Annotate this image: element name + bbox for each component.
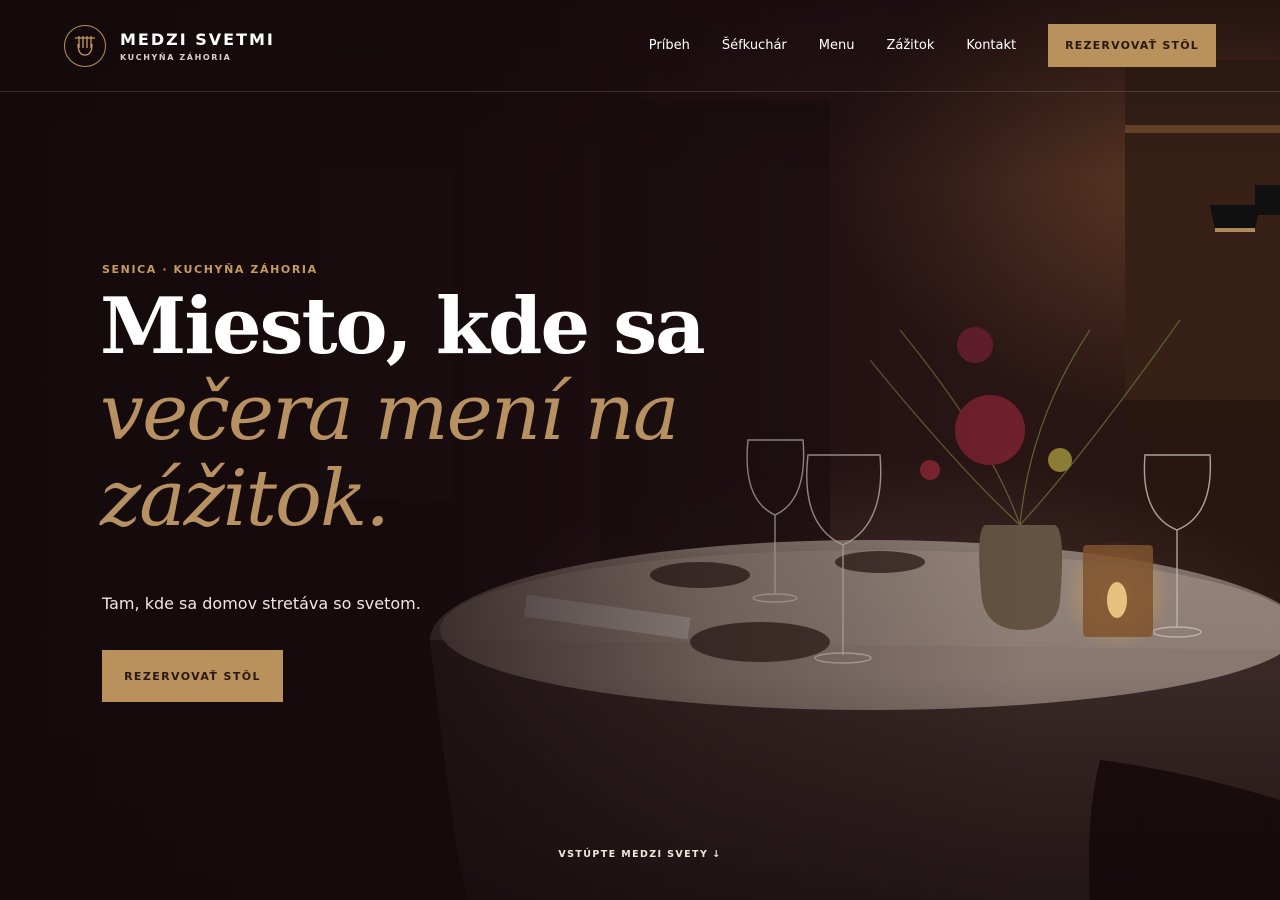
headline-line-3: zážitok.	[100, 454, 390, 544]
arrow-down-icon: ↓	[712, 849, 722, 860]
scroll-label: VSTÚPTE MEDZI SVETY	[558, 849, 709, 860]
site-header: MEDZI SVETMI KUCHYŇA ZÁHORIA Príbeh Šéfk…	[0, 0, 1280, 92]
nav-item-menu[interactable]: Menu	[819, 38, 855, 53]
hero-eyebrow: SENICA · KUCHYŇA ZÁHORIA	[102, 263, 318, 276]
headline-line-1: Miesto, kde sa	[100, 281, 706, 372]
hero-reserve-button[interactable]: REZERVOVAŤ STÔL	[102, 650, 283, 702]
brand-text: MEDZI SVETMI KUCHYŇA ZÁHORIA	[120, 30, 275, 62]
nav-item-zazitok[interactable]: Zážitok	[886, 38, 934, 53]
brand-name: MEDZI SVETMI	[120, 29, 275, 49]
nav-item-kontakt[interactable]: Kontakt	[966, 38, 1016, 53]
headline-line-2: večera mení na	[100, 368, 680, 458]
nav-item-pribeh[interactable]: Príbeh	[649, 38, 690, 53]
header-reserve-button[interactable]: REZERVOVAŤ STÔL	[1048, 24, 1216, 67]
nav-item-sefkuchar[interactable]: Šéfkuchár	[722, 38, 787, 53]
hero-subtitle: Tam, kde sa domov stretáva so svetom.	[102, 594, 421, 613]
brand-tagline: KUCHYŇA ZÁHORIA	[120, 52, 232, 62]
brand-logo-link[interactable]: MEDZI SVETMI KUCHYŇA ZÁHORIA	[64, 24, 275, 67]
main-nav: Príbeh Šéfkuchár Menu Zážitok Kontakt RE…	[617, 24, 1216, 67]
scroll-down-link[interactable]: VSTÚPTE MEDZI SVETY ↓	[0, 849, 1280, 860]
hero-headline: Miesto, kde sa večera mení na zážitok.	[100, 281, 740, 544]
fork-emblem-icon	[64, 24, 106, 67]
